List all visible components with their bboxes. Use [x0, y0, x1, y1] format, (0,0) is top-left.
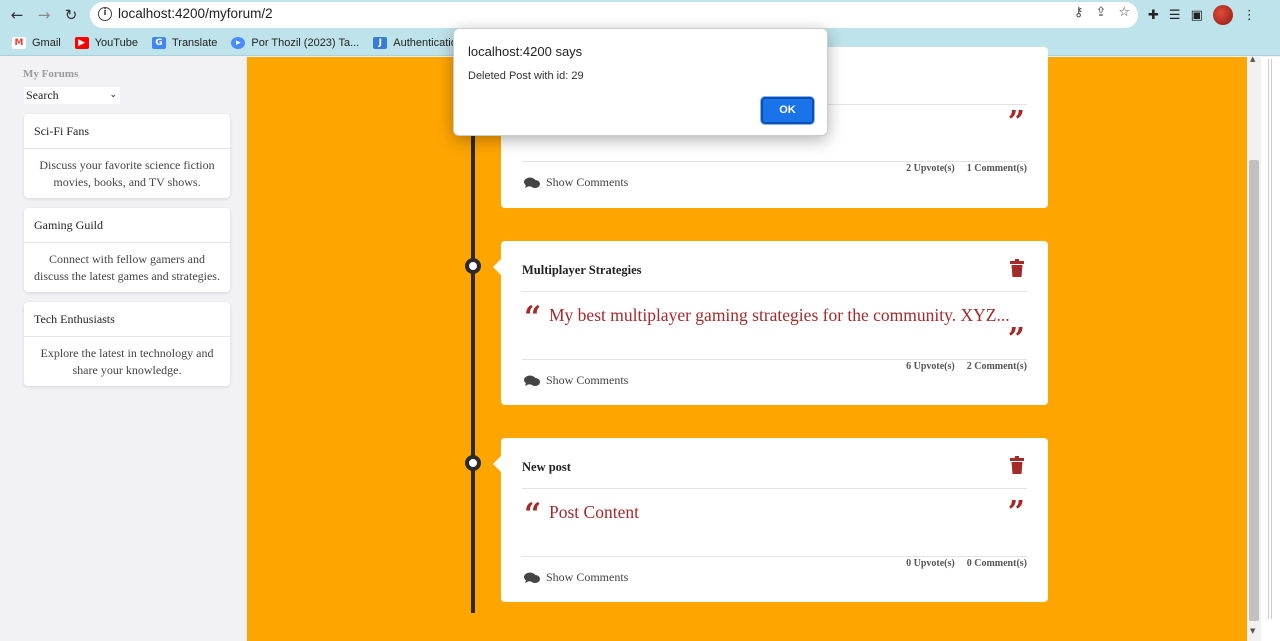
comments-icon	[524, 375, 540, 386]
forum-description: Connect with fellow gamers and discuss t…	[34, 252, 220, 283]
post-stats: 2 Upvote(s) 1 Comment(s)	[906, 163, 1027, 174]
comments-icon	[524, 572, 540, 583]
forum-description: Discuss your favorite science fiction mo…	[39, 158, 215, 189]
show-comments-button[interactable]: Show Comments	[524, 373, 628, 388]
forum-card[interactable]: Sci-Fi Fans Discuss your favorite scienc…	[24, 114, 230, 198]
scroll-thumb[interactable]	[1249, 160, 1259, 621]
show-comments-button[interactable]: Show Comments	[524, 570, 628, 585]
dialog-title: localhost:4200 says	[468, 44, 583, 59]
forum-description: Explore the latest in technology and sha…	[40, 346, 214, 377]
ok-button[interactable]: OK	[761, 97, 814, 124]
timeline-line	[471, 57, 475, 613]
post-stats: 0 Upvote(s) 0 Comment(s)	[906, 558, 1027, 569]
show-comments-button[interactable]: Show Comments	[524, 175, 628, 190]
sidebar-title: My Forums	[23, 68, 79, 80]
forum-card[interactable]: Gaming Guild Connect with fellow gamers …	[24, 208, 230, 292]
post-stats: 6 Upvote(s) 2 Comment(s)	[906, 361, 1027, 372]
close-quote-icon: ”	[1007, 495, 1025, 530]
youtube-icon: ▶	[74, 36, 89, 49]
gutter-scrollbar[interactable]	[1268, 59, 1272, 619]
back-icon[interactable]: ←	[6, 4, 28, 26]
forum-title: Tech Enthusiasts	[24, 302, 230, 337]
chevron-down-icon: ⌄	[109, 90, 117, 100]
forum-title: Sci-Fi Fans	[24, 114, 230, 149]
close-quote-icon: ”	[1007, 322, 1025, 357]
upvote-count: 2 Upvote(s)	[906, 163, 955, 174]
extensions-icon[interactable]: ✚	[1148, 8, 1159, 23]
comment-count: 2 Comment(s)	[966, 361, 1027, 372]
page-scrollbar[interactable]: ▲ ▼	[1247, 55, 1261, 641]
gmail-icon: M	[12, 36, 26, 49]
open-quote-icon: “	[524, 300, 542, 335]
forums-sidebar: My Forums Search ⌄ Sci-Fi Fans Discuss y…	[8, 57, 246, 641]
scroll-up-icon[interactable]: ▲	[1250, 55, 1255, 63]
forum-card[interactable]: Tech Enthusiasts Explore the latest in t…	[24, 302, 230, 386]
reading-list-icon[interactable]: ☰	[1169, 8, 1181, 23]
bookmark-gmail[interactable]: M Gmail	[12, 36, 61, 49]
star-icon[interactable]: ☆	[1118, 5, 1130, 20]
browser-toolbar: ← → ↻ i localhost:4200/myforum/2 ⚷ ⇪ ☆ ✚…	[0, 0, 1280, 30]
dialog-message: Deleted Post with id: 29	[468, 70, 584, 82]
translate-icon: G	[151, 36, 166, 49]
address-bar[interactable]: i localhost:4200/myforum/2 ⚷ ⇪ ☆	[90, 2, 1138, 28]
site-info-icon[interactable]: i	[98, 7, 112, 21]
key-icon[interactable]: ⚷	[1074, 5, 1084, 20]
comment-count: 0 Comment(s)	[966, 558, 1027, 569]
open-quote-icon: “	[524, 497, 542, 532]
side-panel-icon[interactable]: ▣	[1191, 8, 1203, 23]
bookmark-translate[interactable]: G Translate	[151, 36, 217, 49]
trash-icon[interactable]	[1010, 259, 1024, 277]
bookmark-j-icon: J	[373, 36, 388, 49]
timeline-node	[465, 455, 481, 471]
scroll-down-icon[interactable]: ▼	[1250, 627, 1255, 635]
reload-icon[interactable]: ↻	[60, 4, 82, 26]
post-content: My best multiplayer gaming strategies fo…	[549, 305, 1010, 325]
trash-icon[interactable]	[1010, 456, 1024, 474]
post-title: New post	[522, 460, 571, 474]
post-content: Post Content	[549, 502, 639, 522]
bookmark-por-thozil[interactable]: ▸ Por Thozil (2023) Ta...	[231, 36, 359, 49]
alert-dialog: localhost:4200 says Deleted Post with id…	[453, 28, 828, 136]
menu-icon[interactable]: ⋮	[1243, 8, 1256, 23]
right-gutter	[1261, 57, 1280, 641]
comment-count: 1 Comment(s)	[966, 163, 1027, 174]
close-quote-icon: ”	[1007, 105, 1025, 140]
forward-icon[interactable]: →	[33, 4, 55, 26]
search-select[interactable]: Search ⌄	[24, 87, 120, 104]
post-card: Multiplayer Strategies “ My best multipl…	[493, 241, 1048, 405]
timeline-node	[465, 258, 481, 274]
posts-timeline: Let's discuss the gameplay ” 2 Upvote(s)…	[247, 47, 1247, 641]
upvote-count: 0 Upvote(s)	[906, 558, 955, 569]
video-icon: ▸	[231, 36, 246, 49]
upvote-count: 6 Upvote(s)	[906, 361, 955, 372]
post-card: New post “ Post Content ” 0 Upvote(s) 0 …	[493, 438, 1048, 602]
share-icon[interactable]: ⇪	[1095, 5, 1106, 20]
profile-avatar[interactable]	[1212, 5, 1233, 25]
comments-icon	[524, 177, 540, 188]
bookmark-youtube[interactable]: ▶ YouTube	[74, 36, 138, 49]
post-title: Multiplayer Strategies	[522, 263, 642, 277]
url-text[interactable]: localhost:4200/myforum/2	[118, 6, 273, 21]
forum-title: Gaming Guild	[24, 208, 230, 243]
